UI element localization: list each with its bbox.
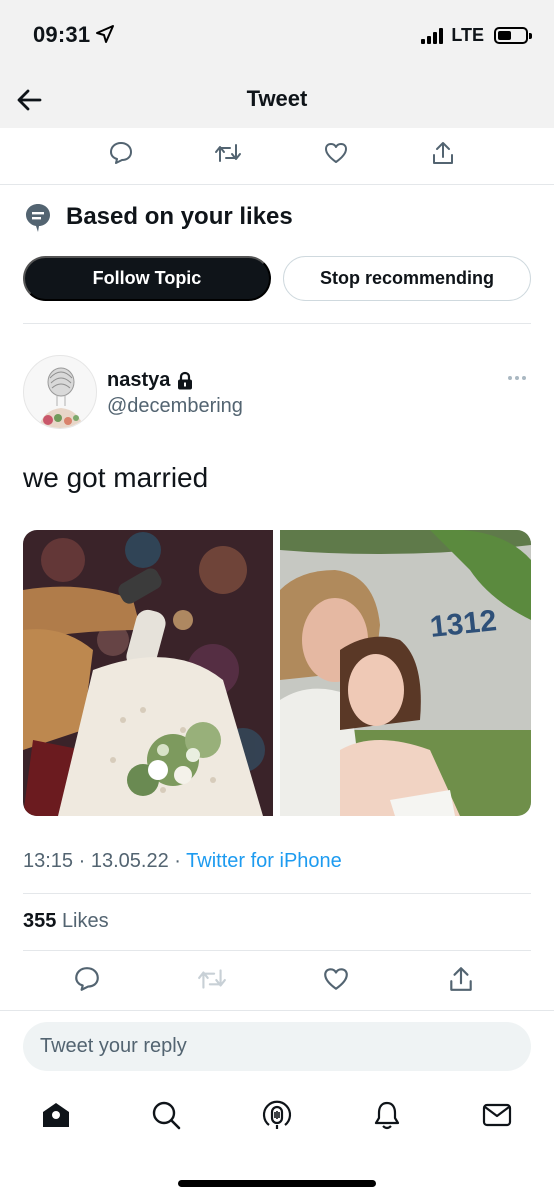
page-title: Tweet	[246, 86, 308, 111]
more-options-icon[interactable]	[508, 372, 530, 384]
status-indicators: LTE	[421, 25, 532, 46]
tweet-meta: 13:15 · 13.05.22 · Twitter for iPhone	[23, 850, 342, 873]
likes-summary[interactable]: 355 Likes	[23, 910, 109, 933]
messages-icon[interactable]	[480, 1098, 514, 1132]
reply-input[interactable]	[23, 1022, 531, 1071]
network-label: LTE	[451, 25, 484, 45]
topic-title: Based on your likes	[66, 203, 293, 230]
tweet-photo-2[interactable]: 1312	[280, 530, 531, 816]
avatar[interactable]	[23, 355, 97, 429]
divider	[0, 184, 554, 185]
notifications-icon[interactable]	[370, 1098, 404, 1132]
tweet-text: we got married	[23, 462, 209, 493]
like-icon[interactable]	[321, 138, 351, 168]
location-arrow-icon	[96, 25, 114, 43]
status-bar: 09:31 LTE	[0, 0, 554, 72]
likes-label: Likes	[61, 910, 109, 932]
header: Tweet	[0, 72, 554, 128]
stop-recommending-button[interactable]: Stop recommending	[283, 256, 531, 301]
share-icon[interactable]	[428, 138, 458, 168]
spaces-icon[interactable]	[260, 1098, 294, 1132]
status-time: 09:31	[33, 22, 91, 47]
top-action-row	[0, 138, 554, 168]
author-name[interactable]: nastya	[107, 369, 194, 392]
tweet-date: 13.05.22	[90, 850, 169, 872]
likes-count: 355	[23, 910, 57, 932]
search-icon[interactable]	[149, 1098, 183, 1132]
lock-icon	[178, 371, 193, 389]
topic-bubble-icon	[26, 204, 50, 232]
author-name-text: nastya	[107, 369, 171, 391]
home-indicator[interactable]	[178, 1180, 376, 1187]
reply-icon[interactable]	[106, 138, 136, 168]
reply-icon[interactable]	[72, 964, 102, 994]
divider	[23, 893, 531, 894]
svg-text:1312: 1312	[428, 604, 498, 644]
follow-topic-button[interactable]: Follow Topic	[23, 256, 271, 301]
meta-separator: ·	[174, 850, 181, 872]
battery-icon	[494, 27, 532, 44]
share-icon[interactable]	[446, 964, 476, 994]
tweet-photo-1[interactable]	[23, 530, 273, 816]
tweet-time: 13:15	[23, 850, 74, 872]
retweet-icon[interactable]	[213, 138, 243, 168]
like-icon[interactable]	[321, 964, 351, 994]
divider	[23, 950, 531, 951]
retweet-icon[interactable]	[197, 964, 227, 994]
tab-bar	[0, 1098, 554, 1132]
divider	[0, 1010, 554, 1011]
signal-icon	[421, 27, 444, 44]
divider	[23, 323, 531, 324]
bottom-action-row	[0, 964, 554, 994]
home-icon[interactable]	[39, 1098, 73, 1132]
author-handle[interactable]: @decembering	[107, 395, 243, 418]
tweet-source-link[interactable]: Twitter for iPhone	[186, 850, 342, 872]
reply-box	[23, 1022, 531, 1071]
meta-separator: ·	[78, 850, 86, 872]
